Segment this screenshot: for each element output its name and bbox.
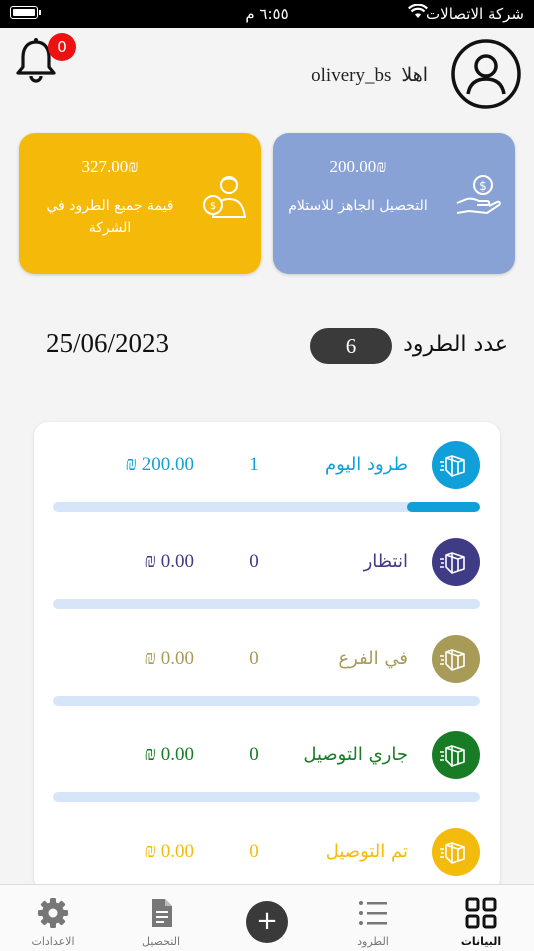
tab-parcels[interactable]: الطرود [328,885,418,951]
progress-track [53,502,480,512]
document-icon [152,899,172,927]
status-count: 0 [249,648,259,669]
package-icon [432,441,480,489]
notification-badge: 0 [48,33,76,61]
tab-parcels-label: الطرود [357,935,389,948]
greeting: اهلا olivery_bs [311,64,428,87]
package-icon [432,538,480,586]
svg-text:$: $ [210,201,216,212]
ready-collection-amount: 200.00₪ [329,157,387,176]
progress-track [53,599,480,609]
carrier-name: شركة الاتصالات [426,5,524,23]
status-count: 0 [249,744,259,765]
ready-collection-card[interactable]: 200.00₪ التحصيل الجاهز للاستلام $ [273,133,515,274]
greeting-text: اهلا [401,65,428,86]
status-label: انتظار [363,551,408,572]
tab-settings[interactable]: الاعدادات [8,885,98,951]
status-label: جاري التوصيل [303,744,408,765]
status-row-delivering[interactable]: جاري التوصيل 0 ₪ 0.00 [34,712,500,809]
ready-collection-label: التحصيل الجاهز للاستلام [288,198,428,214]
progress-track [53,792,480,802]
progress-track [53,696,480,706]
tab-data[interactable]: البيانات [436,885,526,951]
status-bar: ٦:٥٥ م شركة الاتصالات [0,0,534,28]
status-amount: ₪ 0.00 [144,841,194,862]
company-total-card[interactable]: 327.00₪ قيمة جميع الطرود في الشركة $ [19,133,261,274]
status-label: طرود اليوم [324,454,408,475]
status-row-today[interactable]: طرود اليوم 1 ₪ 200.00 [34,422,500,519]
tab-collection-label: التحصيل [141,935,181,948]
user-circle-icon[interactable] [450,38,522,110]
status-count: 0 [249,551,259,572]
tab-settings-label: الاعدادات [31,935,75,948]
parcel-status-panel: طرود اليوم 1 ₪ 200.00 انتظار 0 ₪ 0.00 في… [34,422,500,892]
package-icon [432,731,480,779]
status-amount: ₪ 200.00 [125,454,194,475]
status-label: تم التوصيل [325,841,408,862]
parcels-count-label: عدد الطرود [403,332,508,357]
tab-data-label: البيانات [460,935,502,948]
gear-icon [38,898,68,928]
wifi-icon [408,4,428,18]
status-count: 1 [249,454,259,475]
status-label: في الفرع [338,648,408,669]
grid-icon [465,897,497,929]
username: olivery_bs [311,65,392,86]
status-count: 0 [249,841,259,862]
add-parcel-button[interactable]: + [246,901,288,943]
package-icon [432,828,480,876]
company-total-amount: 327.00₪ [81,157,139,176]
hand-coin-icon: $ [456,175,501,215]
bottom-tab-bar: البيانات الطرود + التحصيل الاعدادات [0,884,534,951]
tab-collection[interactable]: التحصيل [116,885,206,951]
current-date: 25/06/2023 [46,328,170,358]
parcels-count-badge: 6 [310,328,392,364]
svg-text:$: $ [479,179,487,193]
list-icon [359,901,387,925]
money-person-icon: $ [203,176,247,218]
package-icon [432,635,480,683]
progress-fill [407,502,480,512]
status-row-waiting[interactable]: انتظار 0 ₪ 0.00 [34,519,500,616]
status-amount: ₪ 0.00 [144,648,194,669]
status-amount: ₪ 0.00 [144,744,194,765]
company-total-label: قيمة جميع الطرود في الشركة [46,198,174,236]
status-amount: ₪ 0.00 [144,551,194,572]
status-row-branch[interactable]: في الفرع 0 ₪ 0.00 [34,616,500,713]
